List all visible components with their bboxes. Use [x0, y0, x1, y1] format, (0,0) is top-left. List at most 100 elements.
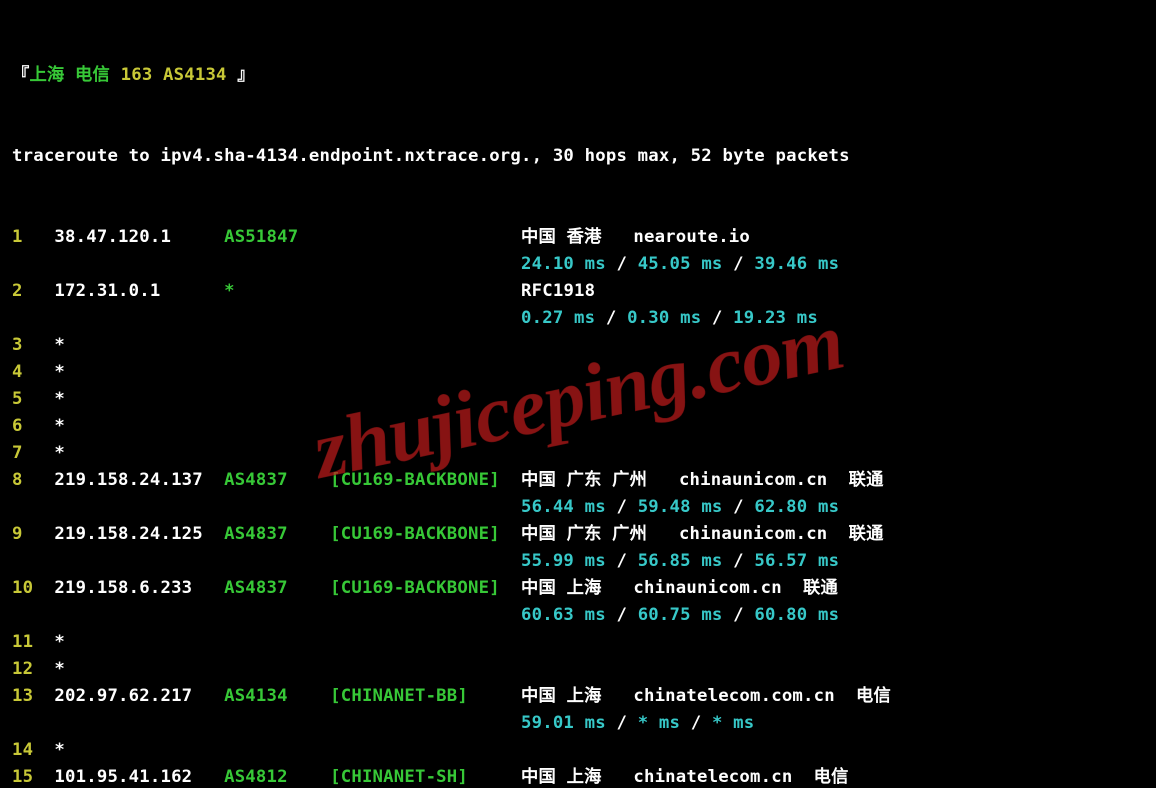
hop-number: 8 — [12, 470, 54, 490]
hop-number: 11 — [12, 632, 54, 652]
hop-timings: 0.27 ms / 0.30 ms / 19.23 ms — [12, 305, 1144, 332]
rtt-3: 56.57 ms — [754, 551, 839, 571]
hop-row: 11 * — [12, 629, 1144, 656]
rtt-sep: / — [606, 605, 638, 625]
rtt-1: 59.01 ms — [521, 713, 606, 733]
hop-row: 15 101.95.41.162 AS4812 [CHINANET-SH] 中国… — [12, 764, 1144, 788]
rtt-2: * ms — [638, 713, 680, 733]
rtt-sep: / — [606, 254, 638, 274]
hop-ip: * — [54, 740, 65, 760]
rtt-1: 60.63 ms — [521, 605, 606, 625]
title-asn: 163 AS4134 — [110, 65, 237, 85]
hop-location-info: 中国 香港 nearoute.io — [521, 227, 750, 247]
hop-ip: * — [54, 659, 65, 679]
hop-asn: AS51847 — [224, 227, 330, 247]
hop-number: 9 — [12, 524, 54, 544]
rtt-3: 62.80 ms — [754, 497, 839, 517]
hop-ip: 219.158.6.233 — [54, 578, 224, 598]
hop-ip: * — [54, 389, 65, 409]
hop-asn: AS4134 — [224, 686, 330, 706]
hop-location-info: 中国 上海 chinaunicom.cn 联通 — [521, 578, 838, 598]
rtt-2: 60.75 ms — [638, 605, 723, 625]
hop-ip: * — [54, 443, 65, 463]
hop-number: 7 — [12, 443, 54, 463]
hop-ip: 38.47.120.1 — [54, 227, 224, 247]
hop-ip: 101.95.41.162 — [54, 767, 224, 787]
hop-net-tag: [CU169-BACKBONE] — [330, 524, 521, 544]
hop-row: 12 * — [12, 656, 1144, 683]
terminal-output: 『上海 电信 163 AS4134 』 traceroute to ipv4.s… — [0, 0, 1156, 788]
hop-timings: 55.99 ms / 56.85 ms / 56.57 ms — [12, 548, 1144, 575]
hop-location-info: 中国 上海 chinatelecom.cn 电信 — [521, 767, 849, 787]
hop-net-tag: [CHINANET-BB] — [330, 686, 521, 706]
hop-location-info: 中国 广东 广州 chinaunicom.cn 联通 — [521, 470, 884, 490]
hop-ip: * — [54, 335, 65, 355]
rtt-sep: / — [606, 713, 638, 733]
hop-row: 1 38.47.120.1 AS51847 中国 香港 nearoute.io — [12, 224, 1144, 251]
hop-number: 2 — [12, 281, 54, 301]
hop-asn: AS4837 — [224, 470, 330, 490]
rtt-3: 39.46 ms — [754, 254, 839, 274]
hop-row: 2 172.31.0.1 * RFC1918 — [12, 278, 1144, 305]
hop-number: 4 — [12, 362, 54, 382]
rtt-sep: / — [595, 308, 627, 328]
hop-location-info: 中国 上海 chinatelecom.com.cn 电信 — [521, 686, 891, 706]
rtt-sep: / — [723, 605, 755, 625]
rtt-2: 59.48 ms — [638, 497, 723, 517]
rtt-sep: / — [606, 551, 638, 571]
hop-ip: * — [54, 632, 65, 652]
hop-timings: 60.63 ms / 60.75 ms / 60.80 ms — [12, 602, 1144, 629]
hop-ip: 202.97.62.217 — [54, 686, 224, 706]
hop-ip: 219.158.24.125 — [54, 524, 224, 544]
title-location: 上海 电信 — [29, 65, 110, 85]
rtt-1: 0.27 ms — [521, 308, 595, 328]
hop-row: 13 202.97.62.217 AS4134 [CHINANET-BB] 中国… — [12, 683, 1144, 710]
rtt-3: 19.23 ms — [733, 308, 818, 328]
rtt-sep: / — [701, 308, 733, 328]
rtt-sep: / — [680, 713, 712, 733]
rtt-2: 56.85 ms — [638, 551, 723, 571]
hop-number: 14 — [12, 740, 54, 760]
rtt-3: * ms — [712, 713, 754, 733]
hop-location-info: RFC1918 — [521, 281, 595, 301]
rtt-2: 0.30 ms — [627, 308, 701, 328]
hop-number: 13 — [12, 686, 54, 706]
hop-row: 5 * — [12, 386, 1144, 413]
trace-command: traceroute to ipv4.sha-4134.endpoint.nxt… — [12, 143, 1144, 170]
hop-number: 15 — [12, 767, 54, 787]
hop-row: 4 * — [12, 359, 1144, 386]
bracket-close: 』 — [237, 65, 254, 85]
hop-timings: 59.01 ms / * ms / * ms — [12, 710, 1144, 737]
hop-row: 10 219.158.6.233 AS4837 [CU169-BACKBONE]… — [12, 575, 1144, 602]
hop-number: 1 — [12, 227, 54, 247]
hop-row: 3 * — [12, 332, 1144, 359]
hop-ip: * — [54, 416, 65, 436]
rtt-1: 24.10 ms — [521, 254, 606, 274]
hop-asn: AS4837 — [224, 524, 330, 544]
hop-row: 6 * — [12, 413, 1144, 440]
hop-net-tag — [330, 281, 521, 301]
hop-ip: 172.31.0.1 — [54, 281, 224, 301]
hop-timings: 24.10 ms / 45.05 ms / 39.46 ms — [12, 251, 1144, 278]
bracket-open: 『 — [12, 65, 29, 85]
hop-net-tag: [CU169-BACKBONE] — [330, 578, 521, 598]
hop-row: 8 219.158.24.137 AS4837 [CU169-BACKBONE]… — [12, 467, 1144, 494]
hop-row: 7 * — [12, 440, 1144, 467]
hop-net-tag: [CU169-BACKBONE] — [330, 470, 521, 490]
trace-title: 『上海 电信 163 AS4134 』 — [12, 62, 1144, 89]
rtt-sep: / — [723, 497, 755, 517]
hop-row: 14 * — [12, 737, 1144, 764]
hop-timings: 56.44 ms / 59.48 ms / 62.80 ms — [12, 494, 1144, 521]
rtt-2: 45.05 ms — [638, 254, 723, 274]
hop-number: 10 — [12, 578, 54, 598]
hop-number: 5 — [12, 389, 54, 409]
hop-number: 6 — [12, 416, 54, 436]
hop-asn: * — [224, 281, 330, 301]
hop-net-tag: [CHINANET-SH] — [330, 767, 521, 787]
rtt-sep: / — [606, 497, 638, 517]
hop-asn: AS4812 — [224, 767, 330, 787]
hop-row: 9 219.158.24.125 AS4837 [CU169-BACKBONE]… — [12, 521, 1144, 548]
rtt-1: 55.99 ms — [521, 551, 606, 571]
hop-ip: 219.158.24.137 — [54, 470, 224, 490]
hop-number: 3 — [12, 335, 54, 355]
